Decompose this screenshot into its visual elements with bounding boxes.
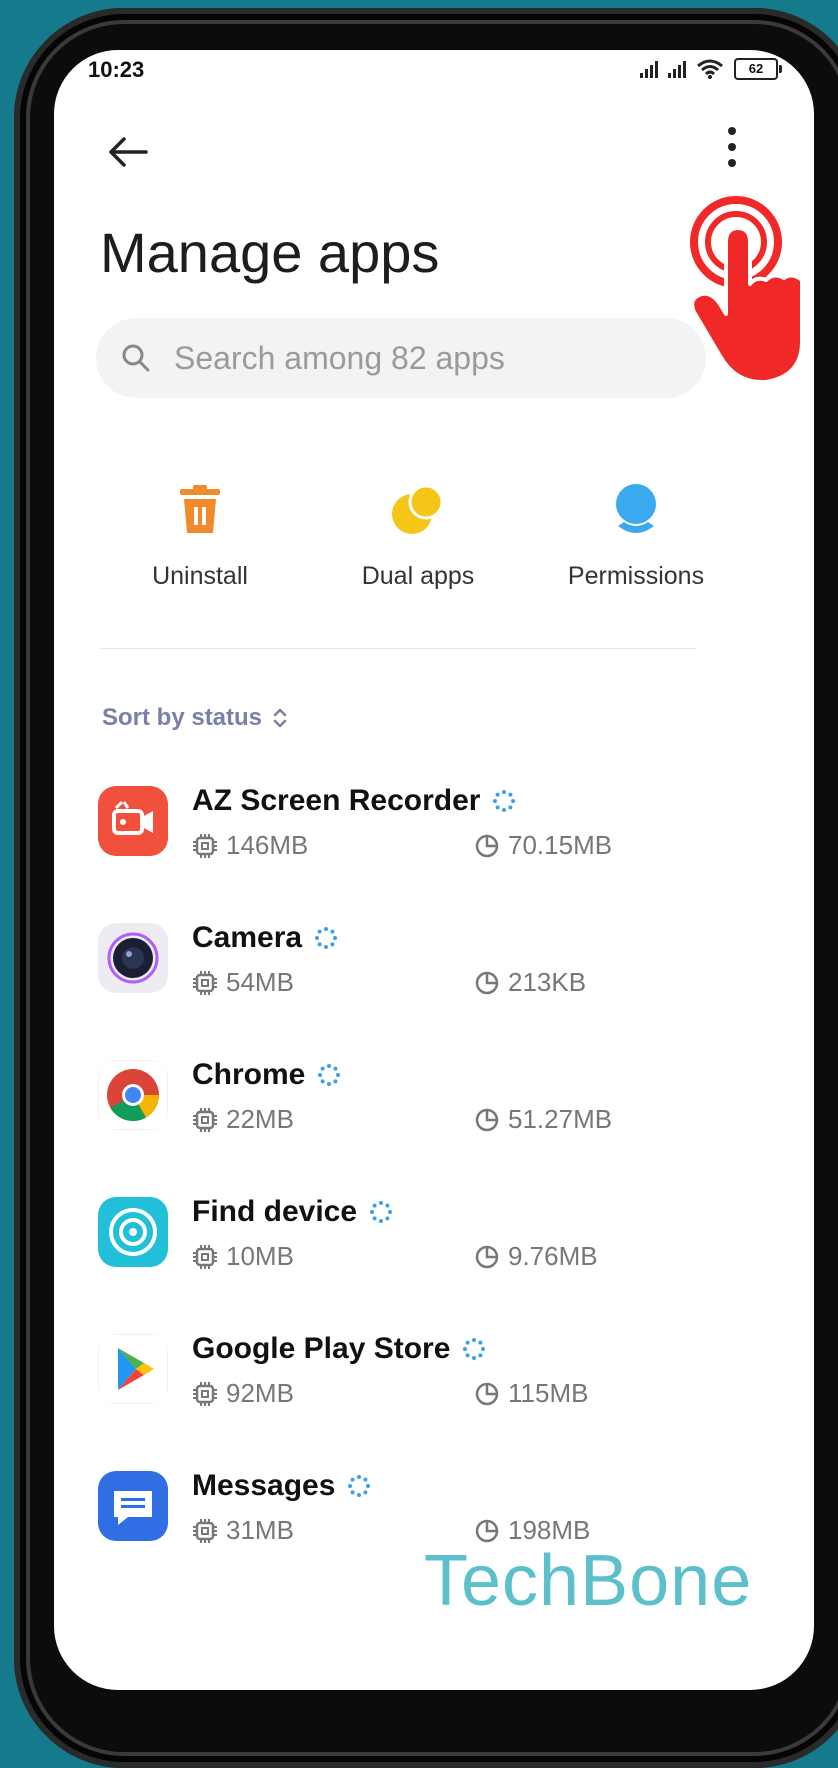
app-cache-value: 213KB [508,967,587,997]
status-spinner-icon [493,790,516,812]
app-row-find-device[interactable]: Find device 10MB 9.76MB [98,1175,758,1312]
divider [100,648,696,649]
messages-icon [98,1471,168,1541]
app-size-value: 10MB [226,1241,294,1271]
app-size-value: 22MB [226,1104,294,1134]
app-size: 22MB [192,1104,294,1135]
page-title: Manage apps [100,221,440,284]
battery-icon: 62 [734,58,782,80]
app-row-camera[interactable]: Camera 54MB 213KB [98,901,758,1038]
app-name-container: Find device [192,1195,393,1229]
pie-chart-icon [475,834,499,857]
app-cache: 9.76MB [474,1241,598,1272]
search-icon [122,344,150,372]
app-name-container: Chrome [192,1058,341,1092]
status-spinner-icon [318,1064,341,1086]
pie-chart-icon [475,1382,499,1405]
status-spinner-icon [315,927,338,949]
chip-icon [193,1107,217,1132]
signal-icon [668,60,686,78]
app-name: Chrome [192,1058,306,1091]
find-device-icon [98,1197,168,1267]
chrome-icon [98,1060,168,1130]
status-spinner-icon [348,1475,371,1497]
app-list: AZ Screen Recorder 146MB 70.15MB Camera … [98,764,758,1586]
app-size: 146MB [192,830,308,861]
camera-icon [98,923,168,993]
app-row-google-play-store[interactable]: Google Play Store 92MB 115MB [98,1312,758,1449]
tap-hand-icon [690,196,804,385]
app-size: 31MB [192,1515,294,1546]
status-bar: 10:23 62 [54,50,814,100]
app-cache: 213KB [474,967,586,998]
watermark: TechBone [424,1541,753,1621]
app-name-container: Messages [192,1469,371,1503]
app-row-chrome[interactable]: Chrome 22MB 51.27MB [98,1038,758,1175]
more-options-icon[interactable] [720,125,744,175]
app-cache-value: 70.15MB [508,830,613,860]
trash-icon [180,485,220,533]
pie-chart-icon [475,971,499,994]
pie-chart-icon [475,1108,499,1131]
app-size: 92MB [192,1378,294,1409]
pie-chart-icon [475,1245,499,1268]
app-size-value: 54MB [226,967,294,997]
app-name-container: Google Play Store [192,1332,486,1366]
sort-label: Sort by status [102,704,263,731]
dual-apps-button[interactable]: Dual apps [318,480,518,591]
app-cache-value: 9.76MB [508,1241,598,1271]
app-cache: 115MB [474,1378,588,1409]
screen: 10:23 62 Manage apps Search among 82 app… [54,50,814,1690]
dual-apps-label: Dual apps [361,562,475,590]
app-name: Camera [192,921,303,954]
app-size-value: 146MB [226,830,309,860]
app-name: Find device [192,1195,358,1228]
chip-icon [193,1244,217,1269]
app-size-value: 92MB [226,1378,294,1408]
app-cache-value: 115MB [508,1378,589,1408]
permissions-label: Permissions [567,562,705,590]
back-arrow-icon[interactable] [104,128,152,176]
app-name: Google Play Store [192,1332,451,1365]
quick-actions: Uninstall Dual apps Permissions [100,480,740,610]
permissions-button[interactable]: Permissions [536,480,736,591]
search-input[interactable] [172,338,696,378]
uninstall-label: Uninstall [152,562,248,590]
app-size: 54MB [192,967,294,998]
sort-dropdown[interactable]: Sort by status [102,704,288,732]
app-name: AZ Screen Recorder [192,784,481,817]
app-name: Messages [192,1469,336,1502]
uninstall-button[interactable]: Uninstall [100,480,300,591]
chip-icon [193,833,217,858]
status-icons: 62 [640,58,782,80]
app-row-az-screen-recorder[interactable]: AZ Screen Recorder 146MB 70.15MB [98,764,758,901]
app-size-value: 31MB [226,1515,294,1545]
app-cache: 70.15MB [474,830,612,861]
dual-circles-icon [392,484,444,534]
search-bar[interactable] [96,318,706,398]
status-time: 10:23 [88,57,145,82]
status-spinner-icon [370,1201,393,1223]
app-size: 10MB [192,1241,294,1272]
app-cache: 51.27MB [474,1104,612,1135]
app-cache-value: 51.27MB [508,1104,613,1134]
chevron-updown-icon [273,708,287,728]
app-name-container: Camera [192,921,338,955]
status-spinner-icon [463,1338,486,1360]
chip-icon [193,970,217,995]
app-name-container: AZ Screen Recorder [192,784,516,818]
signal-icon [640,60,658,78]
chip-icon [193,1518,217,1543]
az-recorder-icon [98,786,168,856]
permissions-icon [616,484,656,533]
wifi-icon [697,59,723,79]
chip-icon [193,1381,217,1406]
play-store-icon [98,1334,168,1404]
